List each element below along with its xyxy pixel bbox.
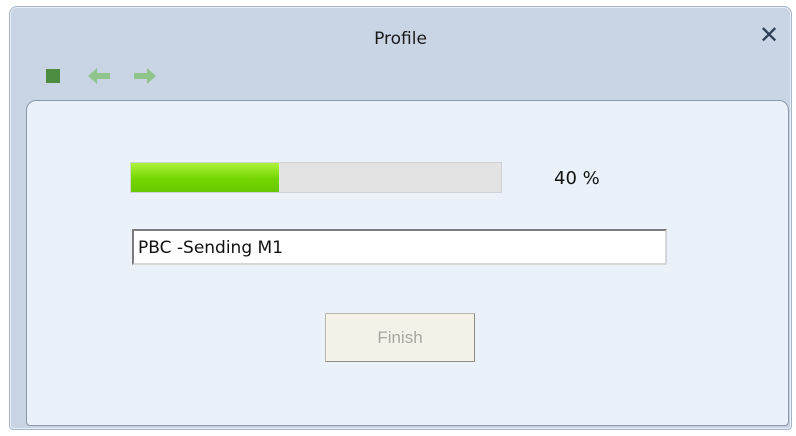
close-icon: ✕ [758,21,780,49]
stop-icon [46,69,60,83]
progress-bar-fill [131,163,279,192]
profile-dialog-window: Profile ✕ 40 % PBC -Sending M1 Finish [9,6,792,430]
title-bar: Profile ✕ [10,7,791,99]
back-arrow-icon [88,68,110,84]
finish-button[interactable]: Finish [325,313,475,362]
close-button[interactable]: ✕ [757,23,781,47]
progress-bar [130,162,502,193]
content-panel: 40 % PBC -Sending M1 Finish [26,100,789,426]
stop-button[interactable] [41,65,65,87]
progress-percent-label: 40 % [554,168,600,189]
forward-arrow-icon [134,68,156,84]
back-button[interactable] [87,65,111,87]
status-message-field: PBC -Sending M1 [132,229,667,265]
window-title: Profile [374,29,427,49]
forward-button[interactable] [133,65,157,87]
toolbar [41,65,157,87]
